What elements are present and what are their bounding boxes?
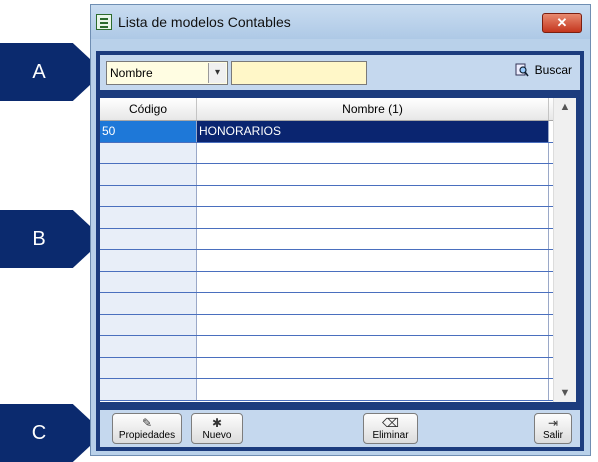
field-select-value: Nombre — [110, 66, 153, 80]
action-toolbar: ✎ Propiedades ✱ Nuevo ⌫ Eliminar ⇥ Salir — [96, 406, 584, 451]
column-header-codigo[interactable]: Código — [100, 98, 197, 120]
table-row-empty[interactable] — [100, 314, 553, 336]
salir-label: Salir — [542, 430, 563, 441]
search-input[interactable] — [231, 61, 367, 85]
empty-cell[interactable] — [197, 271, 549, 292]
nuevo-label: Nuevo — [202, 430, 232, 441]
table-row-empty[interactable] — [100, 164, 553, 186]
propiedades-button[interactable]: ✎ Propiedades — [112, 413, 182, 444]
cell-codigo[interactable]: 50 — [100, 121, 197, 142]
callout-b: B — [0, 210, 104, 268]
close-icon: ✕ — [556, 15, 568, 30]
empty-cell[interactable] — [197, 142, 549, 163]
new-document-icon: ✱ — [211, 416, 223, 430]
empty-cell[interactable] — [197, 336, 549, 357]
empty-cell[interactable] — [197, 293, 549, 314]
magnifier-icon — [515, 63, 529, 77]
chevron-down-icon[interactable]: ▾ — [208, 63, 226, 83]
edit-properties-icon: ✎ — [141, 416, 153, 430]
empty-cell[interactable] — [100, 207, 197, 228]
empty-cell[interactable] — [197, 207, 549, 228]
title-bar[interactable]: Lista de modelos Contables ✕ — [91, 5, 590, 39]
callout-c-label: C — [31, 421, 47, 444]
column-header-nombre[interactable]: Nombre (1) — [197, 98, 549, 120]
window-title: Lista de modelos Contables — [118, 14, 291, 30]
eliminar-label: Eliminar — [372, 430, 409, 441]
table-row-empty[interactable] — [100, 228, 553, 250]
table-row-empty[interactable] — [100, 142, 553, 164]
search-button-label: Buscar — [534, 63, 572, 77]
empty-cell[interactable] — [100, 271, 197, 292]
empty-cell[interactable] — [197, 185, 549, 206]
vertical-scrollbar[interactable]: ▲ ▼ — [553, 98, 576, 402]
field-select[interactable]: Nombre ▾ — [106, 61, 228, 85]
close-button[interactable]: ✕ — [542, 13, 582, 33]
table-row[interactable]: 50 HONORARIOS — [100, 121, 553, 143]
filter-toolbar-inner: Nombre ▾ Buscar — [100, 55, 580, 90]
models-table: Código Nombre (1) 50 HONORARIOS — [100, 98, 553, 402]
empty-cell[interactable] — [197, 314, 549, 335]
empty-cell[interactable] — [100, 379, 197, 400]
table-row-empty[interactable] — [100, 336, 553, 358]
empty-cell[interactable] — [100, 250, 197, 271]
action-toolbar-inner: ✎ Propiedades ✱ Nuevo ⌫ Eliminar ⇥ Salir — [100, 410, 580, 447]
callout-a-label: A — [32, 60, 46, 83]
table-row-empty[interactable] — [100, 250, 553, 272]
table-row-empty[interactable] — [100, 271, 553, 293]
app-icon — [96, 14, 112, 30]
empty-cell[interactable] — [100, 164, 197, 185]
scroll-down-icon[interactable]: ▼ — [554, 384, 576, 402]
exit-door-icon: ⇥ — [547, 416, 559, 430]
filter-toolbar: Nombre ▾ Buscar — [96, 51, 584, 94]
empty-cell[interactable] — [100, 357, 197, 378]
salir-button[interactable]: ⇥ Salir — [534, 413, 572, 444]
table-row-empty[interactable] — [100, 185, 553, 207]
empty-cell[interactable] — [100, 336, 197, 357]
nuevo-button[interactable]: ✱ Nuevo — [191, 413, 243, 444]
eraser-icon: ⌫ — [382, 416, 399, 430]
table-header: Código Nombre (1) — [100, 98, 553, 121]
table-row-empty[interactable] — [100, 379, 553, 401]
empty-cell[interactable] — [100, 142, 197, 163]
empty-cell[interactable] — [197, 379, 549, 400]
search-button[interactable]: Buscar — [515, 63, 572, 77]
cell-nombre[interactable]: HONORARIOS — [197, 121, 549, 142]
eliminar-button[interactable]: ⌫ Eliminar — [363, 413, 418, 444]
empty-cell[interactable] — [197, 228, 549, 249]
grid-frame: Código Nombre (1) 50 HONORARIOS ▲ ▼ — [96, 94, 584, 406]
empty-cell[interactable] — [197, 250, 549, 271]
table-row-empty[interactable] — [100, 207, 553, 229]
callout-c: C — [0, 404, 104, 462]
scroll-up-icon[interactable]: ▲ — [554, 98, 576, 116]
callout-b-label: B — [32, 227, 46, 250]
table-row-empty[interactable] — [100, 293, 553, 315]
empty-cell[interactable] — [197, 164, 549, 185]
empty-cell[interactable] — [100, 228, 197, 249]
empty-cell[interactable] — [100, 185, 197, 206]
callout-a: A — [0, 43, 104, 101]
window: Lista de modelos Contables ✕ Nombre ▾ Bu… — [90, 4, 591, 456]
propiedades-label: Propiedades — [118, 430, 176, 441]
empty-cell[interactable] — [100, 293, 197, 314]
empty-cell[interactable] — [197, 357, 549, 378]
table-row-empty[interactable] — [100, 357, 553, 379]
empty-cell[interactable] — [100, 314, 197, 335]
